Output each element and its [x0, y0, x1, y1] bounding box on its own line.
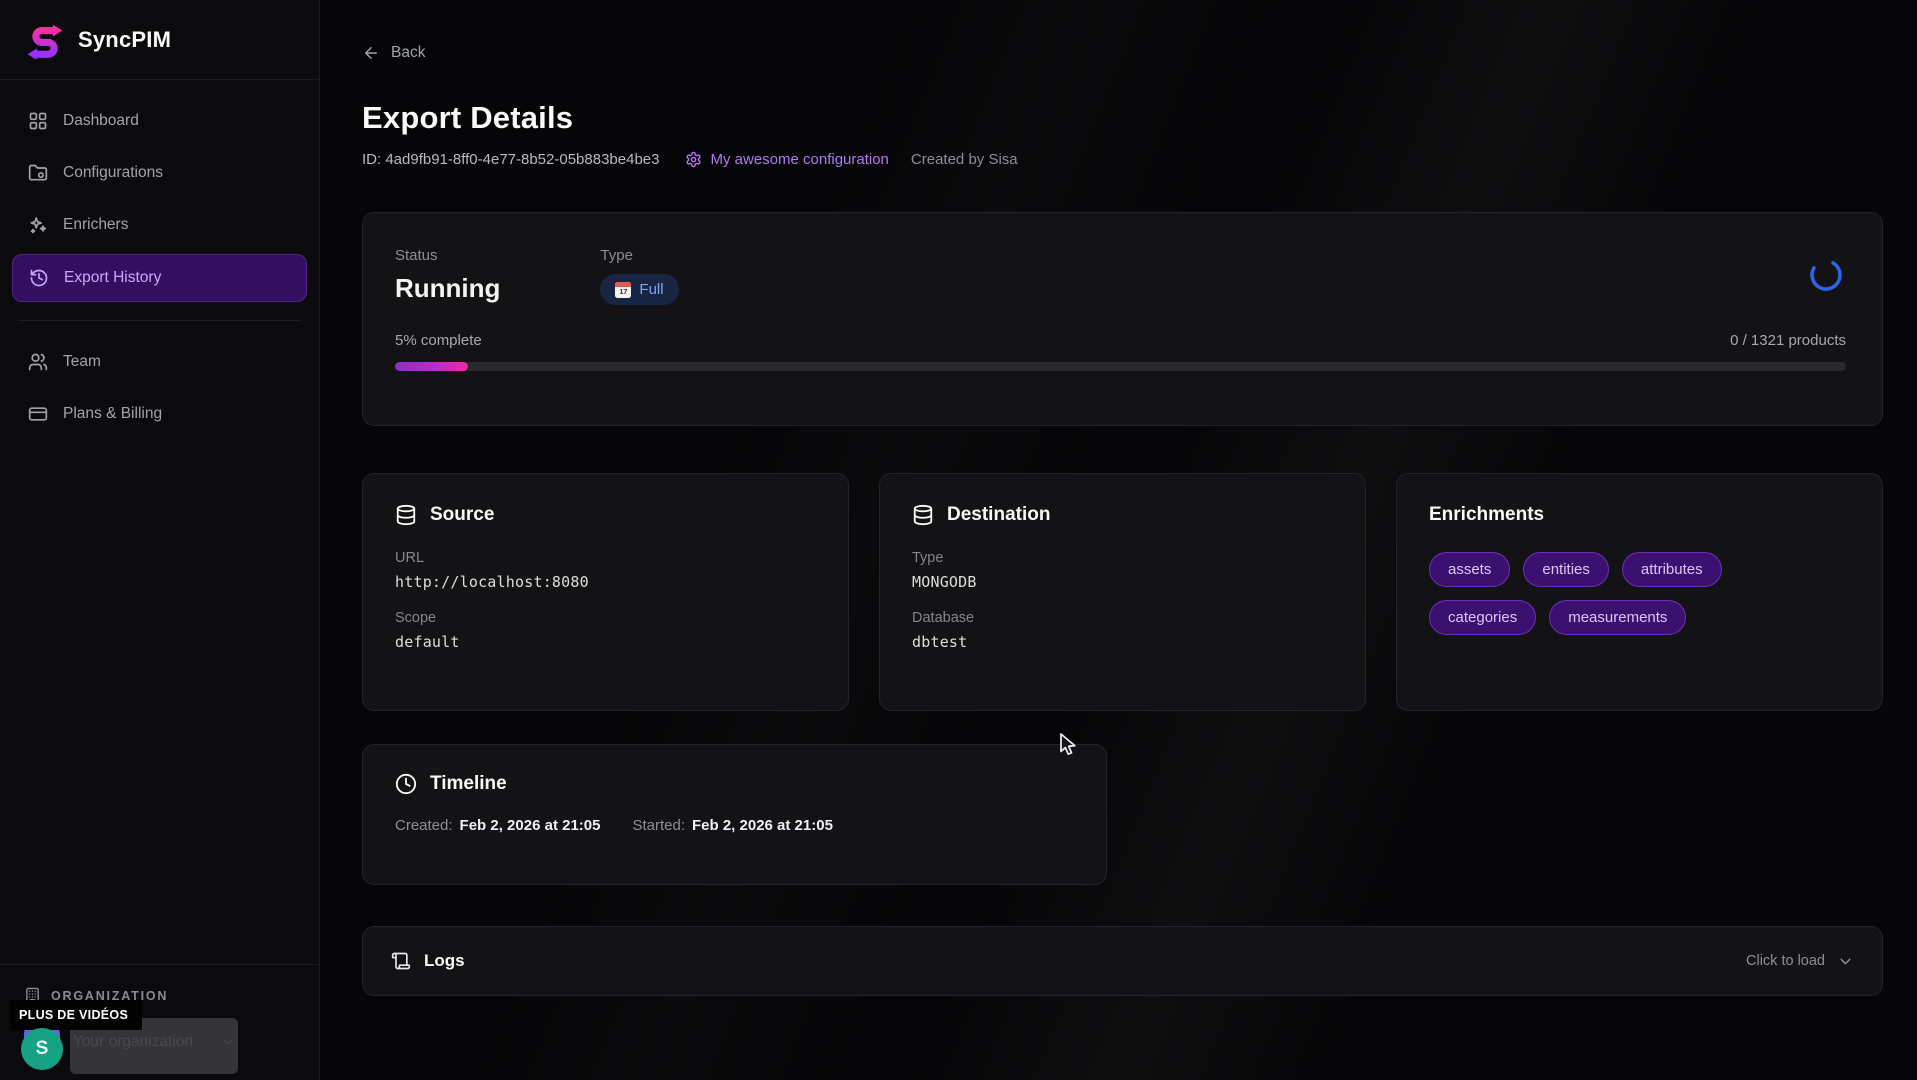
timeline-card-title: Timeline — [430, 773, 507, 795]
folder-gear-icon — [28, 163, 48, 183]
logs-load-button[interactable]: Click to load — [1746, 953, 1854, 970]
scroll-icon — [391, 951, 411, 971]
sparkles-icon — [28, 215, 48, 235]
logs-card[interactable]: Logs Click to load — [362, 926, 1883, 996]
database-value: dbtest — [912, 633, 1333, 651]
url-value: http://localhost:8080 — [395, 573, 816, 591]
enrichments-card-title: Enrichments — [1429, 504, 1544, 526]
calendar-day: 17 — [615, 287, 631, 298]
timeline-card: Timeline Created: Feb 2, 2026 at 21:05 St… — [362, 744, 1107, 885]
loading-spinner-icon — [1808, 257, 1844, 293]
sidebar-item-enrichers[interactable]: Enrichers — [12, 202, 307, 248]
scope-value: default — [395, 633, 816, 651]
video-channel-avatar[interactable]: S — [21, 1028, 63, 1070]
credit-card-icon — [28, 404, 48, 424]
destination-type-label: Type — [912, 550, 1333, 566]
created-label: Created: — [395, 817, 453, 834]
progress-fill — [395, 362, 468, 371]
started-value: Feb 2, 2026 at 21:05 — [692, 817, 833, 834]
products-count: 0 / 1321 products — [1730, 332, 1846, 349]
clock-icon — [395, 773, 417, 795]
app-name: SyncPIM — [78, 27, 171, 53]
type-group: Type 17 Full — [600, 247, 678, 305]
destination-card: Destination Type MONGODB Database dbtest — [879, 473, 1366, 711]
enrichments-card: Enrichments assets entities attributes c… — [1396, 473, 1883, 711]
arrow-left-icon — [362, 44, 380, 62]
sidebar: SyncPIM Dashboard Configurations — [0, 0, 320, 1080]
gear-icon — [685, 151, 702, 168]
sidebar-item-export-history[interactable]: Export History — [12, 254, 307, 302]
created-by: Created by Sisa — [911, 151, 1018, 168]
timeline-started: Started: Feb 2, 2026 at 21:05 — [632, 817, 832, 834]
calendar-icon: 17 — [615, 282, 631, 298]
type-badge-label: Full — [639, 281, 663, 298]
scope-label: Scope — [395, 610, 816, 626]
started-label: Started: — [632, 817, 685, 834]
dashboard-grid-icon — [28, 111, 48, 131]
status-card: Status Running Type 17 Full 5% complete — [362, 212, 1883, 426]
sidebar-divider — [18, 320, 301, 321]
status-label: Status — [395, 247, 500, 264]
sidebar-item-label: Plans & Billing — [63, 405, 162, 423]
database-label: Database — [912, 610, 1333, 626]
configuration-link[interactable]: My awesome configuration — [685, 151, 888, 168]
progress-bar — [395, 362, 1846, 371]
back-label: Back — [391, 44, 425, 62]
created-value: Feb 2, 2026 at 21:05 — [460, 817, 601, 834]
database-icon — [395, 504, 417, 526]
main-content: Back Export Details ID: 4ad9fb91-8ff0-4e… — [320, 0, 1917, 1080]
users-icon — [28, 352, 48, 372]
back-button[interactable]: Back — [362, 44, 425, 62]
enrichment-badge: assets — [1429, 552, 1510, 587]
sidebar-item-label: Team — [63, 353, 101, 371]
sidebar-nav: Dashboard Configurations Enrichers — [0, 80, 319, 443]
sidebar-item-label: Dashboard — [63, 112, 139, 130]
url-label: URL — [395, 550, 816, 566]
logs-title: Logs — [424, 951, 465, 971]
destination-card-title: Destination — [947, 504, 1050, 526]
chevron-down-icon — [1837, 953, 1854, 970]
sidebar-item-label: Configurations — [63, 164, 163, 182]
syncpim-logo-icon — [26, 21, 64, 59]
sidebar-item-dashboard[interactable]: Dashboard — [12, 98, 307, 144]
destination-type-value: MONGODB — [912, 573, 1333, 591]
video-overlay-label[interactable]: PLUS DE VIDÉOS — [10, 1000, 142, 1030]
enrichment-badge: entities — [1523, 552, 1609, 587]
sidebar-item-label: Enrichers — [63, 216, 128, 234]
export-id: ID: 4ad9fb91-8ff0-4e77-8b52-05b883be4be3 — [362, 151, 659, 168]
status-group: Status Running — [395, 247, 500, 305]
enrichment-badge: attributes — [1622, 552, 1722, 587]
page-title: Export Details — [362, 100, 1883, 136]
history-clock-icon — [29, 268, 49, 288]
source-card-title: Source — [430, 504, 494, 526]
enrichment-badge: measurements — [1549, 600, 1686, 635]
sidebar-item-plans-billing[interactable]: Plans & Billing — [12, 391, 307, 437]
export-meta-row: ID: 4ad9fb91-8ff0-4e77-8b52-05b883be4be3… — [362, 151, 1883, 168]
source-card: Source URL http://localhost:8080 Scope d… — [362, 473, 849, 711]
status-value: Running — [395, 273, 500, 304]
progress-section: 5% complete 0 / 1321 products — [395, 332, 1846, 371]
database-icon — [912, 504, 934, 526]
timeline-created: Created: Feb 2, 2026 at 21:05 — [395, 817, 600, 834]
type-badge: 17 Full — [600, 274, 678, 305]
configuration-link-label: My awesome configuration — [710, 151, 888, 168]
enrichment-badges: assets entities attributes categories me… — [1429, 552, 1759, 635]
type-label: Type — [600, 247, 678, 264]
sidebar-item-team[interactable]: Team — [12, 339, 307, 385]
app-logo-row: SyncPIM — [0, 0, 319, 80]
logs-load-label: Click to load — [1746, 953, 1825, 969]
enrichment-badge: categories — [1429, 600, 1536, 635]
sidebar-item-label: Export History — [64, 269, 161, 287]
details-cards-row: Source URL http://localhost:8080 Scope d… — [362, 473, 1883, 711]
sidebar-item-configurations[interactable]: Configurations — [12, 150, 307, 196]
progress-text: 5% complete — [395, 332, 482, 349]
